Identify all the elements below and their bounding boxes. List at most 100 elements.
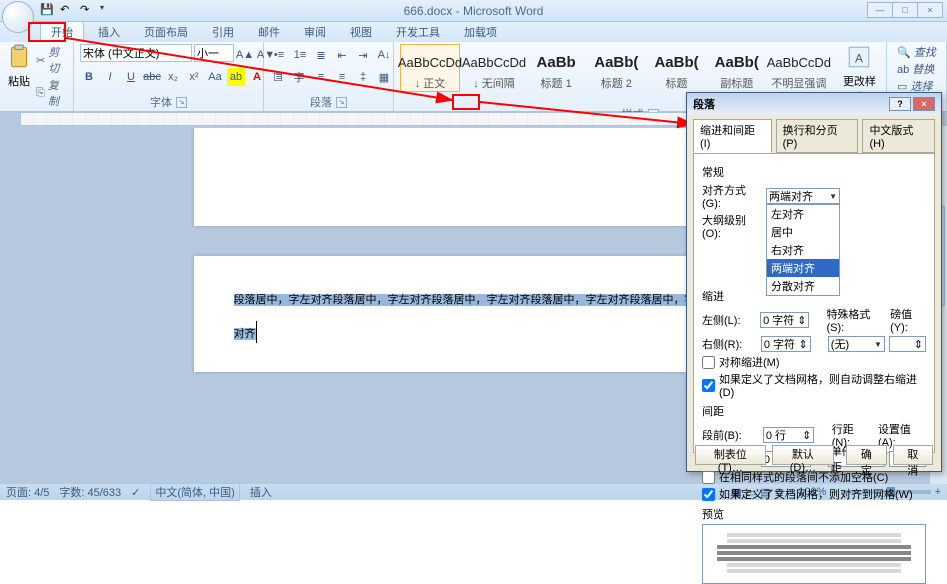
- bold-icon[interactable]: B: [80, 68, 98, 86]
- mirror-indent-checkbox[interactable]: 对称缩进(M): [702, 354, 926, 370]
- doc-paragraph[interactable]: 段落居中，字左对齐段落居中，字左对齐段落居中，字左对齐段落居中，字左对齐段落居中…: [234, 280, 714, 348]
- paragraph-launcher[interactable]: ↘: [336, 97, 347, 108]
- default-button[interactable]: 默认(D)…: [772, 445, 834, 465]
- dialog-tab-asian-typography[interactable]: 中文版式(H): [862, 119, 935, 153]
- status-language[interactable]: 中文(简体, 中国): [150, 483, 239, 501]
- style-no-spacing[interactable]: AaBbCcDd↓ 无间隔: [464, 44, 524, 92]
- special-indent-select[interactable]: (无)▼: [828, 336, 885, 352]
- style-normal[interactable]: AaBbCcDd↓ 正文: [400, 44, 460, 92]
- justify-icon[interactable]: ≡: [333, 68, 351, 86]
- maximize-button[interactable]: □: [892, 2, 918, 18]
- qat-dropdown-icon[interactable]: ▾: [100, 3, 114, 17]
- group-font-label: 字体: [150, 94, 172, 110]
- auto-right-indent-checkbox[interactable]: 如果定义了文档网格，则自动调整右缩进(D): [702, 371, 926, 399]
- undo-icon[interactable]: ↶: [60, 3, 74, 17]
- tab-review[interactable]: 审阅: [294, 22, 336, 42]
- tab-mailings[interactable]: 邮件: [248, 22, 290, 42]
- increase-indent-icon[interactable]: ⇥: [354, 46, 372, 64]
- style-heading2[interactable]: AaBb(标题 2: [588, 44, 644, 92]
- strike-icon[interactable]: abc: [143, 68, 161, 86]
- indent-left-spinner[interactable]: 0 字符⇕: [760, 312, 809, 328]
- dialog-close-button[interactable]: ×: [913, 97, 935, 111]
- align-center-icon[interactable]: ≡: [291, 68, 309, 86]
- align-option-distribute[interactable]: 分散对齐: [767, 277, 839, 295]
- group-paragraph-label: 段落: [310, 94, 332, 110]
- sort-icon[interactable]: A↓: [375, 46, 393, 64]
- chevron-down-icon: ▼: [829, 192, 837, 201]
- tab-insert[interactable]: 插入: [88, 22, 130, 42]
- by-spinner[interactable]: ⇕: [889, 336, 926, 352]
- multilevel-icon[interactable]: ≣: [312, 46, 330, 64]
- dialog-help-button[interactable]: ?: [889, 97, 911, 111]
- space-before-spinner[interactable]: 0 行⇕: [763, 427, 814, 443]
- section-preview: 预览: [702, 506, 926, 522]
- align-option-justify[interactable]: 两端对齐: [767, 259, 839, 277]
- close-button[interactable]: ×: [917, 2, 943, 18]
- tab-home[interactable]: 开始: [40, 21, 84, 42]
- dialog-tab-line-page-breaks[interactable]: 换行和分页(P): [776, 119, 859, 153]
- tab-addins[interactable]: 加载项: [454, 22, 507, 42]
- ok-button[interactable]: 确定: [846, 445, 886, 465]
- align-left-icon[interactable]: ≡: [270, 68, 288, 86]
- redo-icon[interactable]: ↷: [80, 3, 94, 17]
- font-family-select[interactable]: 宋体 (中文正文): [80, 44, 192, 62]
- tab-page-layout[interactable]: 页面布局: [134, 22, 198, 42]
- status-page[interactable]: 页面: 4/5: [6, 484, 49, 500]
- grow-font-icon[interactable]: A▲: [236, 46, 254, 64]
- space-before-label: 段前(B):: [702, 427, 759, 443]
- align-right-icon[interactable]: ≡: [312, 68, 330, 86]
- superscript-icon[interactable]: x²: [185, 68, 203, 86]
- style-heading1[interactable]: AaBb标题 1: [528, 44, 584, 92]
- style-title[interactable]: AaBb(标题: [648, 44, 704, 92]
- bullets-icon[interactable]: •≡: [270, 46, 288, 64]
- tab-references[interactable]: 引用: [202, 22, 244, 42]
- subscript-icon[interactable]: x₂: [164, 68, 182, 86]
- indent-right-label: 右侧(R):: [702, 336, 757, 352]
- window-titlebar: 💾 ↶ ↷ ▾ 666.docx - Microsoft Word — □ ×: [0, 0, 947, 22]
- style-subtitle[interactable]: AaBb(副标题: [709, 44, 765, 92]
- highlight-icon[interactable]: ab: [227, 68, 245, 86]
- save-icon[interactable]: 💾: [40, 3, 54, 17]
- font-size-select[interactable]: 小一: [194, 44, 234, 62]
- page-4: 段落居中，字左对齐段落居中，字左对齐段落居中，字左对齐段落居中，字左对齐段落居中…: [194, 256, 754, 372]
- status-spellcheck-icon[interactable]: ✓: [131, 486, 140, 499]
- quick-access-toolbar: 💾 ↶ ↷ ▾: [40, 3, 114, 17]
- dialog-titlebar[interactable]: 段落 ? ×: [687, 93, 941, 115]
- shading-icon[interactable]: ▦: [375, 68, 393, 86]
- status-words[interactable]: 字数: 45/633: [59, 484, 121, 500]
- paste-button[interactable]: 粘贴: [6, 44, 32, 89]
- indent-right-spinner[interactable]: 0 字符⇕: [761, 336, 811, 352]
- align-option-center[interactable]: 居中: [767, 223, 839, 241]
- paragraph-preview: [702, 524, 926, 584]
- section-general: 常规: [702, 164, 926, 180]
- style-subtle-emphasis[interactable]: AaBbCcDd不明显强调: [769, 44, 829, 92]
- cancel-button[interactable]: 取消: [893, 445, 933, 465]
- replace-button[interactable]: ab 替换: [897, 61, 936, 77]
- group-font: 宋体 (中文正文) 小一 A▲A▼ B I U abc x₂ x² Aa ab …: [74, 42, 264, 111]
- tabs-button[interactable]: 制表位(T)…: [695, 445, 766, 465]
- align-option-right[interactable]: 右对齐: [767, 241, 839, 259]
- underline-icon[interactable]: U: [122, 68, 140, 86]
- numbering-icon[interactable]: 1≡: [291, 46, 309, 64]
- change-case-icon[interactable]: Aa: [206, 68, 224, 86]
- tab-view[interactable]: 视图: [340, 22, 382, 42]
- cut-button[interactable]: ✂ 剪切: [36, 44, 67, 76]
- dialog-tab-indent-spacing[interactable]: 缩进和间距(I): [693, 119, 772, 153]
- dialog-title: 段落: [693, 96, 715, 112]
- copy-button[interactable]: ⎘ 复制: [36, 77, 67, 109]
- find-button[interactable]: 🔍 查找: [897, 44, 936, 60]
- office-button[interactable]: [2, 1, 34, 33]
- alignment-combo[interactable]: 两端对齐▼ 左对齐 居中 右对齐 两端对齐 分散对齐: [766, 188, 840, 204]
- window-title: 666.docx - Microsoft Word: [404, 4, 544, 18]
- italic-icon[interactable]: I: [101, 68, 119, 86]
- special-indent-label: 特殊格式(S):: [826, 306, 882, 334]
- alignment-dropdown: 左对齐 居中 右对齐 两端对齐 分散对齐: [766, 204, 840, 296]
- tab-developer[interactable]: 开发工具: [386, 22, 450, 42]
- minimize-button[interactable]: —: [867, 2, 893, 18]
- line-spacing-icon[interactable]: ‡: [354, 68, 372, 86]
- status-insert-mode[interactable]: 插入: [250, 484, 272, 500]
- font-launcher[interactable]: ↘: [176, 97, 187, 108]
- zoom-in-button[interactable]: +: [935, 486, 941, 498]
- align-option-left[interactable]: 左对齐: [767, 205, 839, 223]
- decrease-indent-icon[interactable]: ⇤: [333, 46, 351, 64]
